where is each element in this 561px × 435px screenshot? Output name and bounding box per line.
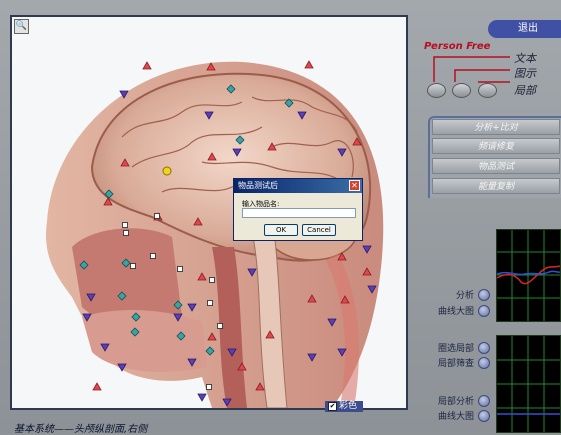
item-test-dialog: 物品测试后 ✕ 输入物品名: OK Cancel — [233, 178, 363, 241]
point-marker-square[interactable] — [150, 253, 156, 259]
curve-large-button-2[interactable] — [478, 410, 490, 422]
analysis-button[interactable] — [478, 289, 490, 301]
text-toggle-button[interactable] — [427, 83, 446, 98]
menu-energy-copy[interactable]: 能量复制 — [432, 178, 560, 194]
point-marker-square[interactable] — [207, 300, 213, 306]
ok-button[interactable]: OK — [264, 224, 298, 236]
local-waveform — [497, 336, 560, 432]
point-marker-square[interactable] — [123, 230, 129, 236]
point-marker-square[interactable] — [122, 222, 128, 228]
cancel-button[interactable]: Cancel — [302, 224, 336, 236]
select-local-button[interactable] — [478, 342, 490, 354]
point-marker-inverted-triangle[interactable] — [197, 393, 207, 402]
curve-large-label-2: 曲线大图 — [437, 412, 474, 422]
menu-analysis-compare[interactable]: 分析+比对 — [432, 119, 560, 135]
point-marker-square[interactable] — [177, 266, 183, 272]
point-marker-square[interactable] — [154, 213, 160, 219]
local-toggle-button[interactable] — [478, 83, 497, 98]
point-marker-triangle[interactable] — [304, 60, 314, 69]
local-analysis-label: 局部分析 — [437, 397, 474, 407]
color-toggle[interactable]: ✔ 彩色 — [325, 401, 364, 412]
dialog-title: 物品测试后 — [238, 181, 278, 190]
marker-yellow[interactable] — [162, 166, 172, 176]
close-icon[interactable]: ✕ — [349, 180, 360, 191]
magnifier-icon[interactable]: 🔍 — [14, 19, 29, 34]
menu-spectrum-repair[interactable]: 频谱修复 — [432, 138, 560, 154]
select-local-label: 圈选局部 — [437, 344, 474, 354]
point-marker-triangle[interactable] — [142, 61, 152, 70]
point-marker-square[interactable] — [206, 384, 212, 390]
legend-diagram-label: 图示 — [514, 67, 536, 80]
point-marker-square[interactable] — [217, 323, 223, 329]
menu-item-test[interactable]: 物品测试 — [432, 158, 560, 174]
curve-large-label-1: 曲线大图 — [437, 307, 474, 317]
curve-large-button-1[interactable] — [478, 305, 490, 317]
app-window: 🔍 ✔ 彩色 基本系统——头颅纵剖面,右侧 退出 Person Free 文本 … — [0, 0, 561, 435]
diagram-toggle-button[interactable] — [452, 83, 471, 98]
point-marker-square[interactable] — [209, 277, 215, 283]
brand-label: Person Free — [424, 41, 491, 52]
local-screen-label: 局部筛查 — [437, 359, 474, 369]
color-toggle-label: 彩色 — [339, 401, 358, 411]
point-marker-square[interactable] — [130, 263, 136, 269]
legend-local-label: 局部 — [514, 84, 536, 97]
point-marker-triangle[interactable] — [92, 382, 102, 391]
analysis-label: 分析 — [455, 291, 474, 301]
item-name-input[interactable] — [242, 208, 356, 218]
analysis-waveform — [497, 230, 560, 321]
legend-text-label: 文本 — [514, 52, 536, 65]
local-scope — [496, 335, 561, 433]
local-analysis-button[interactable] — [478, 395, 490, 407]
dialog-titlebar: 物品测试后 ✕ — [234, 179, 362, 193]
oral-cavity — [82, 310, 207, 372]
color-checkbox[interactable]: ✔ — [328, 402, 337, 411]
analysis-scope — [496, 229, 561, 322]
local-screen-button[interactable] — [478, 357, 490, 369]
exit-button[interactable]: 退出 — [488, 20, 561, 38]
